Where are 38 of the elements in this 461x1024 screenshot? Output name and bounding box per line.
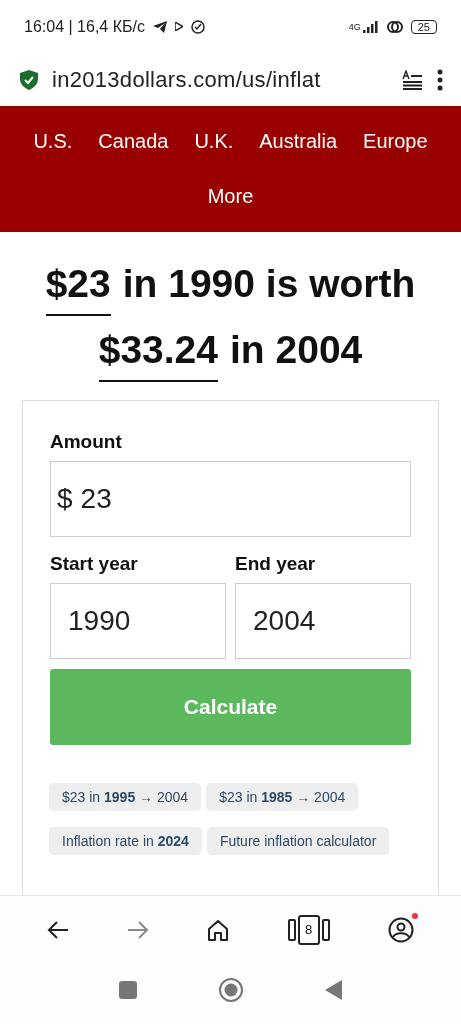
end-year-field[interactable]: 2004 bbox=[235, 583, 411, 660]
network-label: 4G bbox=[348, 21, 361, 32]
nav-link[interactable]: Canada bbox=[98, 114, 169, 170]
home-circle-icon[interactable] bbox=[219, 978, 243, 1003]
nav-link[interactable]: Europe bbox=[363, 114, 428, 170]
text-format-icon[interactable] bbox=[401, 69, 423, 90]
field-label: Start year bbox=[50, 553, 138, 576]
url-text[interactable]: in2013dollars.com/us/inflat bbox=[52, 66, 387, 93]
play-icon bbox=[174, 22, 183, 32]
battery-indicator: 25 bbox=[410, 19, 437, 34]
link-chip[interactable]: Future inflation calculator bbox=[206, 827, 390, 856]
link-chip[interactable]: Inflation rate in 2024 bbox=[49, 827, 202, 856]
headline-text: $23 bbox=[45, 254, 111, 317]
home-icon[interactable] bbox=[207, 918, 230, 941]
back-triangle-icon[interactable] bbox=[325, 980, 342, 1001]
headline-text: in 2004 bbox=[230, 327, 363, 374]
nav-link[interactable]: More bbox=[207, 169, 254, 225]
status-time: 16:04 | 16,4 КБ/с bbox=[24, 17, 145, 36]
nav-link[interactable]: Australia bbox=[259, 114, 338, 170]
headline-text: $33.24 bbox=[98, 320, 218, 383]
back-icon[interactable] bbox=[47, 920, 70, 939]
forward-icon[interactable] bbox=[127, 920, 150, 939]
field-label: End year bbox=[235, 553, 316, 576]
shield-check-icon bbox=[20, 69, 38, 90]
menu-icon[interactable] bbox=[437, 68, 443, 91]
link-chip[interactable]: $23 in 1985 → 2004 bbox=[206, 783, 359, 812]
start-year-field[interactable]: 1990 bbox=[50, 583, 226, 660]
recents-icon[interactable] bbox=[119, 981, 137, 1000]
nav-link[interactable]: U.K. bbox=[194, 114, 234, 170]
field-label: Amount bbox=[50, 431, 122, 454]
signal-icon bbox=[362, 20, 379, 33]
check-circle-icon bbox=[190, 19, 205, 34]
amount-field[interactable]: $ 23 bbox=[50, 461, 411, 538]
headline-text: in 1990 is worth bbox=[122, 261, 416, 308]
link-chip[interactable]: $23 in 1995 → 2004 bbox=[49, 783, 202, 812]
nav-link[interactable]: U.S. bbox=[33, 114, 73, 170]
link-icon bbox=[386, 19, 403, 34]
send-icon bbox=[152, 20, 167, 33]
